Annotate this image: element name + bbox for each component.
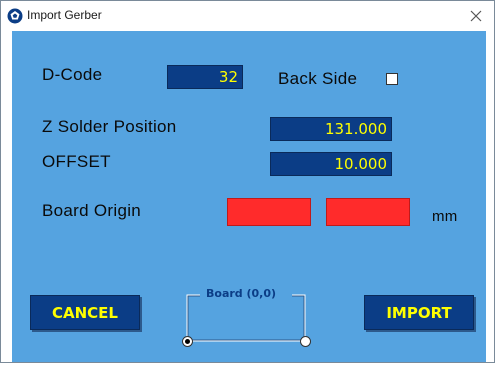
board-origin-group: Board (0,0) [182,287,311,372]
board-origin-label: Board Origin [42,201,142,220]
offset-field[interactable]: 10.000 [270,152,392,176]
import-button[interactable]: IMPORT [364,295,474,330]
origin-unit-label: mm [432,208,458,225]
dialog-body: D-Code 32 Back Side Z Solder Position 13… [12,31,486,362]
board-origin-right-radio[interactable] [300,336,311,347]
gerber-app-icon [7,8,23,24]
close-icon [470,10,482,22]
board-origin-x-field[interactable] [227,198,311,226]
import-gerber-dialog: Import Gerber D-Code 32 Back Side Z Sold… [0,0,495,363]
board-group-label: Board (0,0) [204,287,279,300]
dcode-field[interactable]: 32 [167,65,243,89]
dcode-label: D-Code [42,65,103,84]
back-side-label: Back Side [278,69,358,88]
z-solder-field[interactable]: 131.000 [270,117,392,141]
board-origin-left-radio[interactable] [182,336,193,347]
z-solder-label: Z Solder Position [42,117,177,136]
board-origin-y-field[interactable] [326,198,410,226]
back-side-checkbox[interactable] [386,73,398,85]
window-title: Import Gerber [27,8,102,22]
title-bar: Import Gerber [1,1,494,31]
offset-label: OFFSET [42,152,111,171]
close-button[interactable] [458,1,494,31]
cancel-button[interactable]: CANCEL [30,295,140,330]
group-border [186,294,306,342]
